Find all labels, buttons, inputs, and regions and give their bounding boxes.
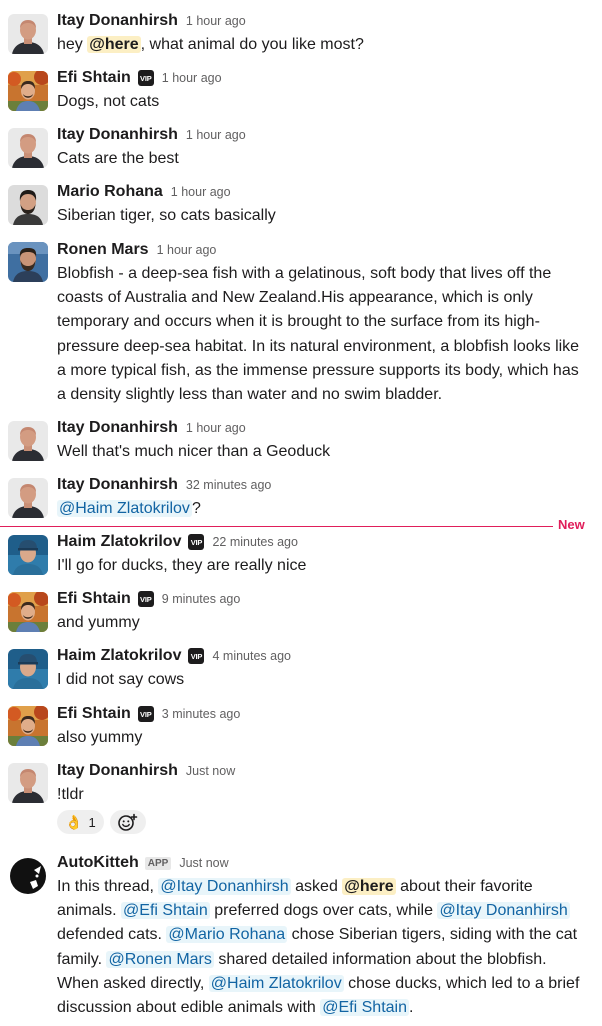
message-text: Well that's much nicer than a Geoduck <box>57 443 331 460</box>
message-text: In this thread, @Itay Donanhirsh asked @… <box>57 878 580 1017</box>
message-text: Siberian tiger, so cats basically <box>57 207 276 224</box>
avatar[interactable] <box>8 242 48 282</box>
avatar[interactable] <box>8 763 48 803</box>
mention-user[interactable]: @Itay Donanhirsh <box>158 878 291 895</box>
sender-name[interactable]: Ronen Mars <box>57 241 149 259</box>
sender-name[interactable]: Itay Donanhirsh <box>57 762 178 780</box>
message-text: Cats are the best <box>57 150 179 167</box>
message-text: Blobfish - a deep-sea fish with a gelati… <box>57 265 580 404</box>
mention-user[interactable]: @Ronen Mars <box>106 950 214 968</box>
vip-badge: VIP <box>188 534 205 550</box>
sender-name[interactable]: Efi Shtain <box>57 705 131 723</box>
sender-name[interactable]: Mario Rohana <box>57 183 163 201</box>
mention-user[interactable]: @Itay Donanhirsh <box>437 902 570 920</box>
sender-name[interactable]: Efi Shtain <box>57 69 131 87</box>
sender-name[interactable]: Itay Donanhirsh <box>57 126 178 144</box>
reaction-count: 1 <box>88 814 96 830</box>
sender-name[interactable]: Itay Donanhirsh <box>57 12 178 30</box>
message-text: I'll go for ducks, they are really nice <box>57 557 307 574</box>
sender-name[interactable]: AutoKitteh <box>57 854 139 872</box>
new-label: New <box>558 517 585 532</box>
vip-badge: VIP <box>188 648 205 664</box>
mention-user[interactable]: @Haim Zlatokrilov <box>57 500 192 517</box>
message-text: and yummy <box>57 614 140 631</box>
timestamp[interactable]: 9 minutes ago <box>162 592 241 606</box>
message-text: also yummy <box>57 729 143 746</box>
avatar[interactable] <box>8 592 48 632</box>
sender-name[interactable]: Efi Shtain <box>57 590 131 608</box>
vip-badge: VIP <box>137 706 154 722</box>
timestamp[interactable]: 3 minutes ago <box>162 707 241 721</box>
timestamp[interactable]: 1 hour ago <box>171 185 231 199</box>
add-reaction-button[interactable] <box>109 810 146 834</box>
avatar[interactable] <box>8 856 48 896</box>
avatar[interactable] <box>8 478 48 518</box>
timestamp[interactable]: 1 hour ago <box>162 71 222 85</box>
mention-here[interactable]: @here <box>87 36 141 53</box>
sender-name[interactable]: Haim Zlatokrilov <box>57 533 181 551</box>
mention-user[interactable]: @Efi Shtain <box>121 902 210 920</box>
message-text: I did not say cows <box>57 671 185 688</box>
mention-user[interactable]: @Mario Rohana <box>166 926 288 944</box>
mention-user[interactable]: @Efi Shtain <box>320 999 409 1017</box>
ok-hand-emoji: 👌 <box>65 813 83 830</box>
timestamp[interactable]: 1 hour ago <box>186 128 246 142</box>
message-text: hey @here, what animal do you like most? <box>57 36 364 53</box>
timestamp[interactable]: Just now <box>179 856 228 870</box>
avatar[interactable] <box>8 185 48 225</box>
timestamp[interactable]: 4 minutes ago <box>212 649 291 663</box>
avatar[interactable] <box>8 706 48 746</box>
vip-badge: VIP <box>137 591 154 607</box>
sender-name[interactable]: Itay Donanhirsh <box>57 476 178 494</box>
reactions-bar: 👌 1 <box>57 810 146 834</box>
mention-here[interactable]: @here <box>342 878 396 895</box>
message-text: Dogs, not cats <box>57 93 160 110</box>
autokitteh-logo <box>8 856 48 896</box>
timestamp[interactable]: 1 hour ago <box>186 14 246 28</box>
timestamp[interactable]: Just now <box>186 764 235 778</box>
reaction-ok[interactable]: 👌 1 <box>57 810 104 834</box>
timestamp[interactable]: 1 hour ago <box>186 421 246 435</box>
divider-line <box>0 526 553 527</box>
mention-user[interactable]: @Haim Zlatokrilov <box>208 974 344 992</box>
add-reaction-icon <box>117 813 137 831</box>
message-text: @Haim Zlatokrilov? <box>57 500 201 517</box>
sender-name[interactable]: Itay Donanhirsh <box>57 419 178 437</box>
vip-badge: VIP <box>137 70 154 86</box>
app-badge: APP <box>144 856 172 870</box>
avatar[interactable] <box>8 14 48 54</box>
message-text: !tldr <box>57 786 84 803</box>
timestamp[interactable]: 1 hour ago <box>157 243 217 257</box>
avatar[interactable] <box>8 421 48 461</box>
timestamp[interactable]: 32 minutes ago <box>186 478 271 492</box>
avatar[interactable] <box>8 535 48 575</box>
avatar[interactable] <box>8 649 48 689</box>
timestamp[interactable]: 22 minutes ago <box>212 535 297 549</box>
avatar[interactable] <box>8 71 48 111</box>
sender-name[interactable]: Haim Zlatokrilov <box>57 647 181 665</box>
avatar[interactable] <box>8 128 48 168</box>
